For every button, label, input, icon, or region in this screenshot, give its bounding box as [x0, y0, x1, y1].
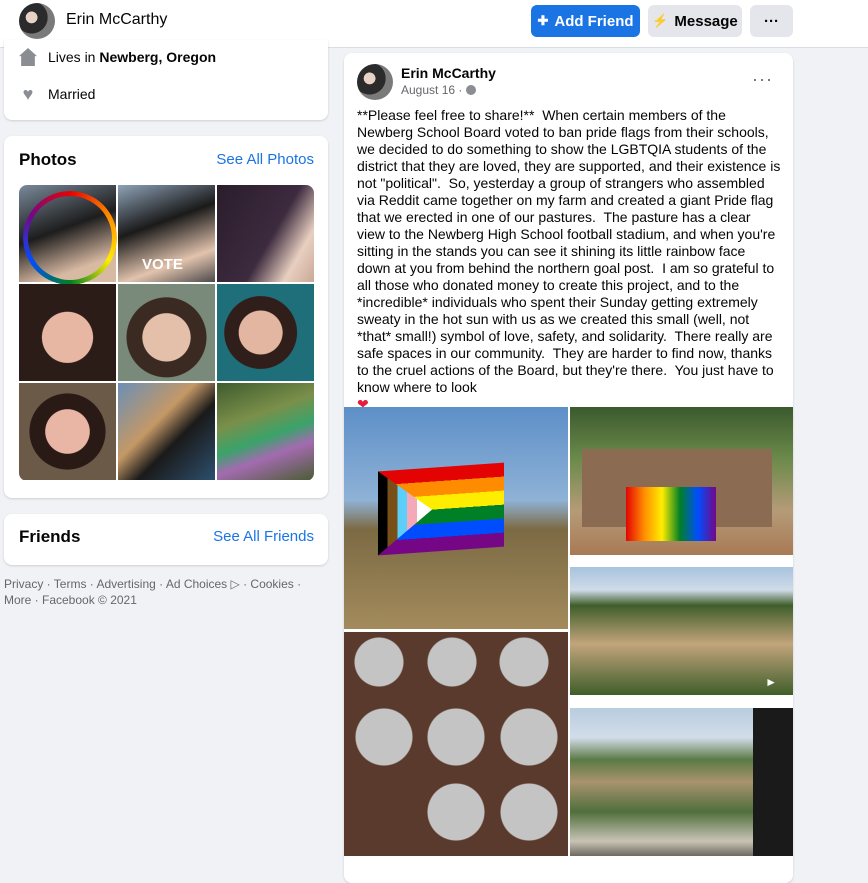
- photos-grid: VOTE: [19, 185, 314, 481]
- post-options-button[interactable]: ···: [752, 69, 773, 90]
- photo-thumbnail[interactable]: [19, 383, 116, 480]
- mute-icon[interactable]: ►: [765, 675, 777, 689]
- photo-thumbnail[interactable]: [118, 383, 215, 480]
- progress-chevron: [378, 468, 432, 556]
- pride-flag-sign: [378, 462, 504, 556]
- paint-can-lids: [344, 632, 568, 856]
- relationship-row: ♥ Married: [19, 84, 96, 104]
- photo-thumbnail[interactable]: VOTE: [118, 185, 215, 282]
- photo-thumbnail[interactable]: [19, 284, 116, 381]
- post-author-avatar[interactable]: [357, 64, 393, 100]
- post-body: **Please feel free to share!** When cert…: [357, 107, 782, 413]
- flag-panels: [626, 487, 716, 541]
- photo-thumbnail[interactable]: [217, 383, 314, 480]
- intro-card: Lives in Newberg, Oregon ♥ Married: [4, 40, 328, 120]
- photo-thumbnail[interactable]: [217, 284, 314, 381]
- globe-icon: [465, 85, 476, 95]
- messenger-icon: ⚡: [652, 13, 669, 28]
- message-label: Message: [674, 12, 738, 30]
- post-photo-view-from-town[interactable]: [570, 708, 793, 856]
- home-icon: [19, 48, 37, 66]
- more-options-button[interactable]: ···: [750, 5, 793, 37]
- friends-title: Friends: [19, 527, 81, 546]
- lives-in-place[interactable]: Newberg, Oregon: [99, 49, 216, 65]
- see-all-friends-link[interactable]: See All Friends: [213, 528, 314, 545]
- message-button[interactable]: ⚡ Message: [648, 5, 742, 37]
- rainbow-ring-frame: [23, 191, 117, 285]
- profile-avatar[interactable]: [19, 3, 55, 39]
- lives-in-text: Lives in Newberg, Oregon: [48, 49, 216, 65]
- heart-icon: ♥: [22, 84, 34, 104]
- post-date-text: August 16 ·: [401, 83, 466, 97]
- photo-thumbnail[interactable]: [217, 185, 314, 282]
- add-friend-label: Add Friend: [554, 12, 634, 30]
- more-options-label: ···: [764, 12, 779, 30]
- post-body-text: **Please feel free to share!** When cert…: [357, 107, 785, 395]
- lives-in-row: Lives in Newberg, Oregon: [19, 48, 216, 66]
- photo-thumbnail[interactable]: [118, 284, 215, 381]
- vote-text: VOTE: [142, 256, 183, 273]
- relationship-text: Married: [48, 86, 96, 102]
- post-photo-barn[interactable]: [570, 407, 793, 555]
- add-friend-button[interactable]: ✚ Add Friend: [531, 5, 640, 37]
- lives-in-prefix: Lives in: [48, 49, 100, 65]
- photos-card: Photos See All Photos VOTE: [4, 136, 328, 498]
- friends-card: Friends See All Friends: [4, 514, 328, 565]
- see-all-photos-link[interactable]: See All Photos: [216, 151, 314, 168]
- footer-links[interactable]: Privacy · Terms · Advertising · Ad Choic…: [4, 576, 324, 608]
- window-frame: [753, 708, 793, 856]
- profile-name[interactable]: Erin McCarthy: [66, 11, 167, 29]
- add-person-icon: ✚: [537, 13, 549, 28]
- photo-thumbnail[interactable]: [19, 185, 117, 285]
- post-photo-pride-flag[interactable]: [344, 407, 568, 629]
- photos-title: Photos: [19, 150, 77, 169]
- post-author-name[interactable]: Erin McCarthy: [401, 65, 496, 81]
- post-card: Erin McCarthy August 16 · ··· **Please f…: [344, 53, 793, 883]
- post-photo-pasture-aerial[interactable]: ►: [570, 567, 793, 695]
- post-timestamp[interactable]: August 16 ·: [401, 83, 476, 97]
- post-photo-paint-cans[interactable]: [344, 632, 568, 856]
